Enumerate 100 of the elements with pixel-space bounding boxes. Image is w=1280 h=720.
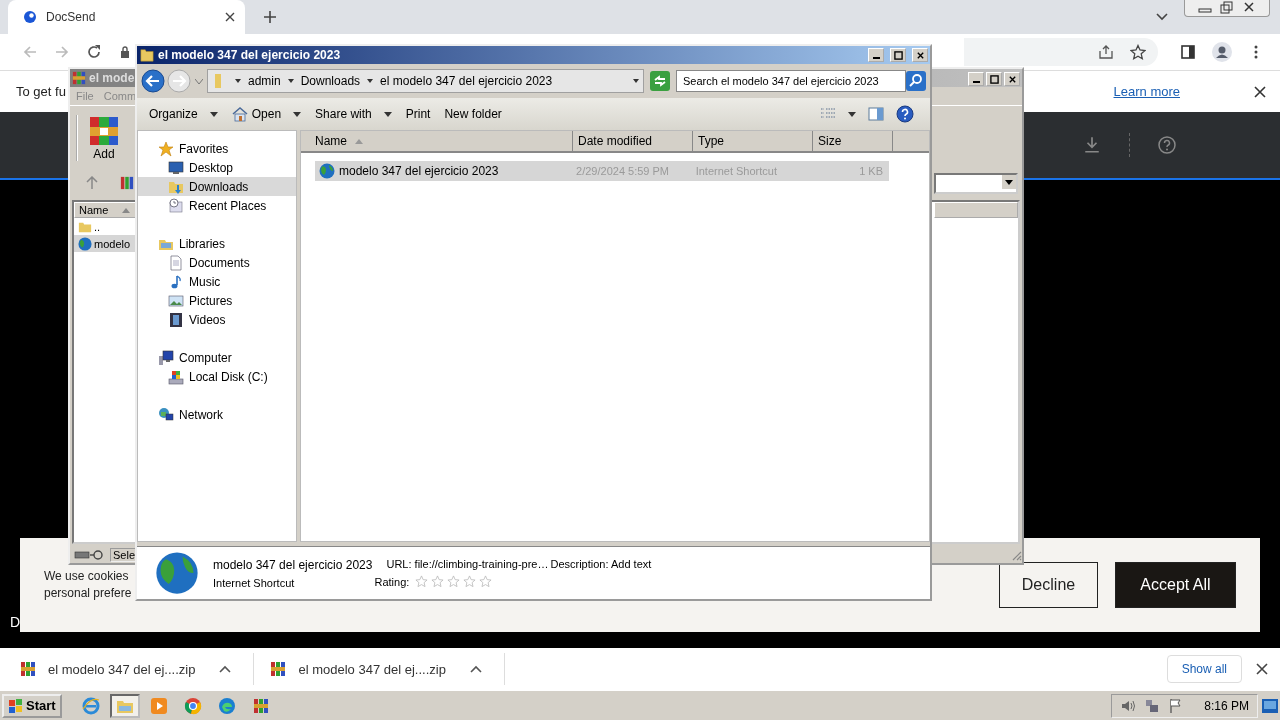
globe-icon	[78, 236, 92, 251]
close-button[interactable]	[912, 48, 928, 62]
nav-item[interactable]: Pictures	[138, 291, 296, 310]
column-header[interactable]: Name	[74, 202, 138, 218]
archive-icon	[120, 176, 134, 190]
file-row[interactable]: modelo 347 del ejercicio 2023 2/29/2024 5:59 PM Internet Shortcut 1 KB	[315, 161, 889, 181]
show-all-button[interactable]: Show all	[1166, 655, 1242, 683]
file-row[interactable]: modelo	[74, 235, 138, 252]
nav-item[interactable]: Videos	[138, 310, 296, 329]
docsend-favicon-icon	[24, 11, 36, 23]
nav-item[interactable]: Network	[138, 405, 296, 424]
preview-pane-icon[interactable]	[868, 106, 884, 122]
search-field[interactable]: Search el modelo 347 del ejercicio 2023	[676, 70, 906, 92]
shortcut-globe-icon	[319, 163, 335, 179]
star-rating[interactable]	[415, 575, 493, 588]
bookmark-star-icon[interactable]	[1130, 44, 1146, 60]
maximize-icon	[893, 50, 903, 60]
new-tab-icon[interactable]	[263, 10, 277, 24]
minimize-icon	[872, 57, 880, 59]
back-button[interactable]	[141, 69, 165, 93]
reload-icon[interactable]	[86, 44, 102, 60]
help-icon[interactable]	[896, 105, 914, 123]
window-title: el mode	[89, 71, 135, 85]
address-bar[interactable]: admin Downloads el modelo 347 del ejercicio 2023	[207, 69, 644, 93]
refresh-button[interactable]	[650, 71, 670, 91]
accept-button[interactable]: Accept All	[1115, 562, 1236, 608]
learn-more-link[interactable]: Learn more	[1113, 84, 1180, 99]
file-name: modelo 347 del ejercicio 2023	[213, 557, 373, 572]
nav-item[interactable]: Libraries	[138, 234, 296, 253]
close-icon[interactable]	[225, 12, 235, 22]
windows-logo-icon	[8, 697, 24, 714]
minimize-button[interactable]	[868, 48, 884, 62]
decline-button[interactable]: Decline	[999, 562, 1098, 608]
nav-item[interactable]: Local Disk (C:)	[138, 367, 296, 386]
window-title: el modelo 347 del ejercicio 2023	[158, 48, 341, 62]
nav-item[interactable]: Favorites	[138, 139, 296, 158]
download-icon[interactable]	[1083, 136, 1101, 154]
close-button[interactable]	[1004, 72, 1020, 86]
info-message: To get fu	[16, 84, 66, 99]
archive-icon	[88, 115, 120, 147]
side-panel-icon[interactable]	[1180, 44, 1196, 60]
nav-item[interactable]: Downloads	[138, 177, 296, 196]
document-icon	[168, 254, 184, 271]
minimize-button[interactable]	[968, 72, 984, 86]
toolbar-button[interactable]: New folder	[438, 107, 508, 121]
drive-icon	[168, 368, 184, 385]
maximize-button[interactable]	[890, 48, 906, 62]
nav-item[interactable]: Documents	[138, 253, 296, 272]
toolbar-button[interactable]: Share with	[309, 107, 398, 121]
close-icon	[1007, 74, 1017, 84]
file-row[interactable]: ..	[74, 218, 138, 235]
description-property: Description: Add text	[550, 558, 652, 570]
url-property: URL: file://climbing-training-pre…	[386, 558, 549, 570]
clock[interactable]: 8:16 PM	[1204, 698, 1249, 713]
play-icon	[149, 696, 168, 715]
maximize-button[interactable]	[986, 72, 1002, 86]
profile-avatar-icon[interactable]	[1212, 42, 1232, 62]
start-button[interactable]: Start	[2, 693, 62, 718]
page-text: D	[10, 614, 21, 630]
caret-up-icon[interactable]	[219, 665, 232, 673]
minimize-icon	[972, 81, 980, 83]
pictures-icon	[168, 292, 184, 309]
share-icon[interactable]	[1098, 44, 1114, 60]
toolbar-button[interactable]: Open	[225, 106, 308, 122]
edge-icon	[217, 696, 236, 715]
window-controls[interactable]	[1184, 0, 1270, 17]
nav-item[interactable]: Desktop	[138, 158, 296, 177]
archive-icon	[270, 661, 287, 677]
show-desktop-icon[interactable]	[1262, 698, 1278, 713]
recent-places-icon	[168, 197, 184, 214]
rating-label: Rating:	[374, 575, 410, 588]
caret-up-icon[interactable]	[469, 665, 482, 673]
maximize-icon	[989, 74, 999, 84]
film-icon	[168, 311, 184, 328]
star-icon	[158, 140, 174, 157]
path-dropdown[interactable]	[934, 172, 1018, 194]
column-header[interactable]: Type	[693, 131, 813, 151]
nav-item[interactable]: Computer	[138, 348, 296, 367]
download-item[interactable]: el modelo 347 del ej....zip	[270, 653, 505, 685]
add-tool-button[interactable]: Add	[76, 115, 130, 161]
column-header[interactable]: Size	[813, 131, 893, 151]
archive-icon	[20, 661, 36, 677]
close-icon[interactable]	[1256, 663, 1268, 675]
chevron-down-icon[interactable]	[1156, 13, 1168, 21]
archive-icon	[252, 697, 269, 714]
nav-item[interactable]: Music	[138, 272, 296, 291]
lock-icon	[120, 46, 130, 58]
browser-tab[interactable]: DocSend	[8, 0, 245, 34]
column-header[interactable]: Name	[305, 131, 573, 151]
column-header[interactable]: Date modified	[573, 131, 693, 151]
taskbar-button[interactable]	[109, 693, 140, 718]
close-icon[interactable]	[1254, 85, 1266, 98]
nav-item[interactable]: Recent Places	[138, 196, 296, 215]
download-item[interactable]: el modelo 347 del ej....zip	[20, 653, 255, 685]
network-icon[interactable]	[1144, 697, 1161, 714]
toolbar-button[interactable]: Organize	[143, 107, 224, 121]
search-icon[interactable]	[906, 71, 926, 91]
archive-icon	[72, 71, 86, 85]
caret-down-icon	[1002, 174, 1016, 189]
toolbar-button[interactable]: Print	[399, 107, 437, 121]
